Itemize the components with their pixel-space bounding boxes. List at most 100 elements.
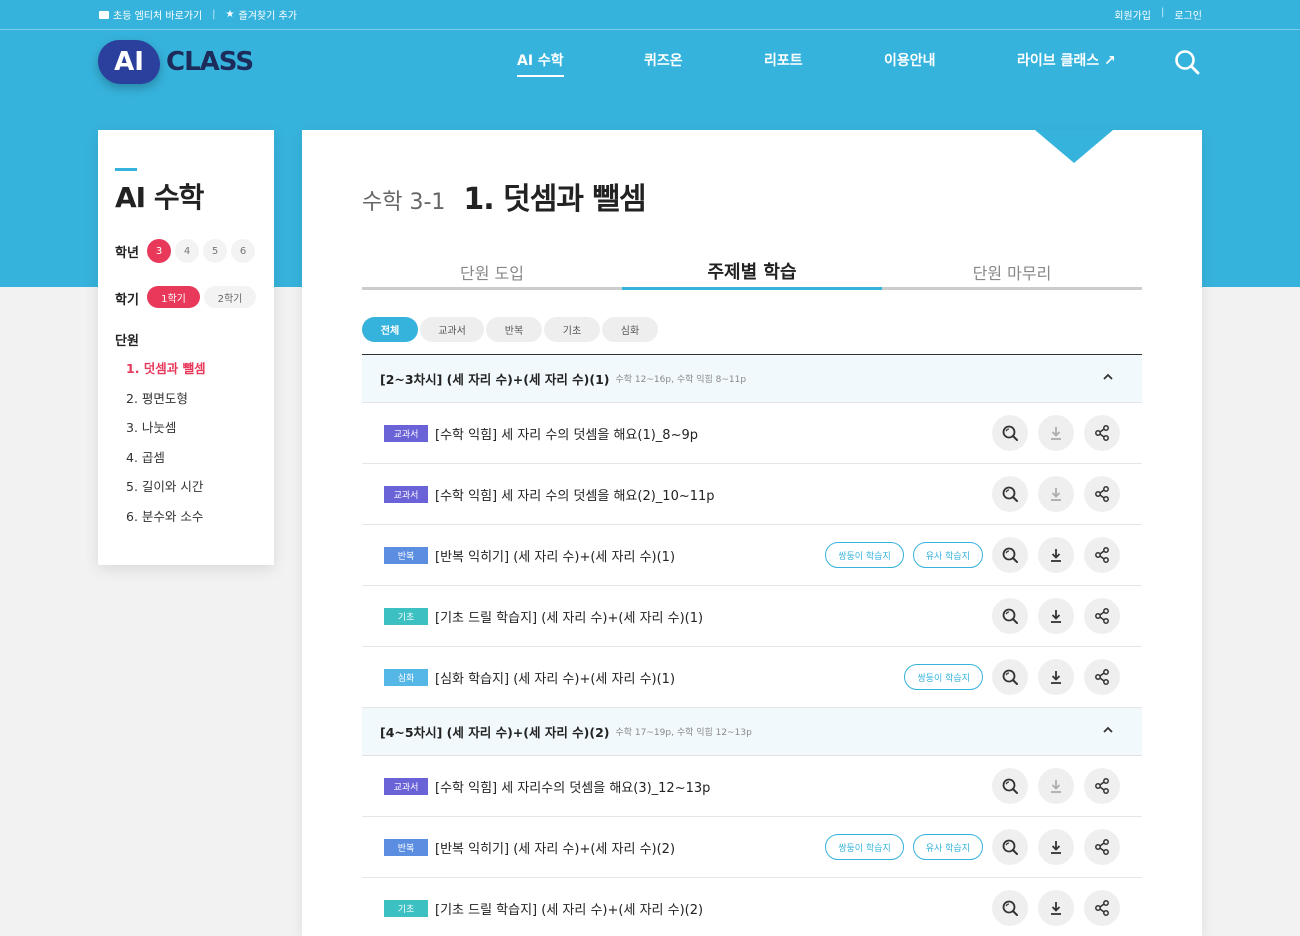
tab-topic-study[interactable]: 주제별 학습 bbox=[622, 250, 882, 290]
grade-6-button[interactable]: 6 bbox=[231, 239, 255, 263]
login-link[interactable]: 로그인 bbox=[1174, 7, 1202, 22]
teacher-link-label: 초등 엠티처 바로가기 bbox=[113, 11, 203, 22]
worksheet-title[interactable]: [반복 익히기] (세 자리 수)+(세 자리 수)(2) bbox=[435, 838, 675, 857]
filter-all[interactable]: 전체 bbox=[362, 317, 418, 342]
preview-icon[interactable] bbox=[992, 476, 1028, 512]
worksheet-title[interactable]: [수학 익힘] 세 자리 수의 덧셈을 해요(2)_10~11p bbox=[435, 485, 715, 504]
worksheet-pill-button[interactable]: 쌍둥이 학습지 bbox=[825, 834, 904, 860]
filter-textbook[interactable]: 교과서 bbox=[420, 317, 484, 342]
row-actions bbox=[992, 476, 1120, 512]
list-item: 반복 [반복 익히기] (세 자리 수)+(세 자리 수)(2) 쌍둥이 학습지 유사… bbox=[362, 817, 1142, 878]
unit-item[interactable]: 2. 평면도형 bbox=[126, 388, 188, 407]
worksheet-title[interactable]: [기초 드릴 학습지] (세 자리 수)+(세 자리 수)(2) bbox=[435, 899, 703, 918]
bookmark-link[interactable]: ★ 즐겨찾기 추가 bbox=[226, 7, 297, 22]
section-header[interactable]: [4~5차시] (세 자리 수)+(세 자리 수)(2) 수학 17~19p, 수… bbox=[362, 708, 1142, 756]
semester-label: 학기 bbox=[115, 293, 139, 308]
filter-basic[interactable]: 기초 bbox=[544, 317, 600, 342]
subject-label: 수학 3-1 bbox=[362, 190, 446, 215]
unit-item[interactable]: 5. 길이와 시간 bbox=[126, 476, 203, 495]
tab-intro[interactable]: 단원 도입 bbox=[362, 250, 622, 287]
category-badge: 반복 bbox=[384, 838, 428, 856]
share-icon[interactable] bbox=[1084, 415, 1120, 451]
download-icon[interactable] bbox=[1038, 598, 1074, 634]
filter-advanced[interactable]: 심화 bbox=[602, 317, 658, 342]
share-icon[interactable] bbox=[1084, 659, 1120, 695]
main-nav: AI 수학 퀴즈온 리포트 이용안내 라이브 클래스 ↗ bbox=[0, 50, 1300, 80]
main-panel: 수학 3-1 1. 덧셈과 뺄셈 단원 도입 주제별 학습 단원 마무리 전체 … bbox=[302, 130, 1202, 936]
nav-quizon[interactable]: 퀴즈온 bbox=[644, 50, 683, 70]
share-icon[interactable] bbox=[1084, 890, 1120, 926]
download-icon[interactable] bbox=[1038, 537, 1074, 573]
category-badge: 교과서 bbox=[384, 485, 428, 503]
worksheet-title[interactable]: [기초 드릴 학습지] (세 자리 수)+(세 자리 수)(1) bbox=[435, 607, 703, 626]
worksheet-pill-button[interactable]: 유사 학습지 bbox=[912, 542, 983, 568]
unit-item[interactable]: 3. 나눗셈 bbox=[126, 417, 176, 436]
nav-report[interactable]: 리포트 bbox=[764, 50, 803, 70]
share-icon[interactable] bbox=[1084, 768, 1120, 804]
row-actions: 쌍둥이 학습지 유사 학습지 bbox=[825, 829, 1120, 865]
grade-5-button[interactable]: 5 bbox=[203, 239, 227, 263]
worksheet-pill-button[interactable]: 쌍둥이 학습지 bbox=[825, 542, 904, 568]
download-icon[interactable] bbox=[1038, 659, 1074, 695]
semester-2-button[interactable]: 2학기 bbox=[204, 286, 256, 308]
list-item: 반복 [반복 익히기] (세 자리 수)+(세 자리 수)(1) 쌍둥이 학습지 유사… bbox=[362, 525, 1142, 586]
search-icon[interactable] bbox=[1174, 49, 1200, 75]
top-utility-bar: 초등 엠티처 바로가기 | ★ 즐겨찾기 추가 회원가입 | 로그인 bbox=[0, 0, 1300, 30]
worksheet-title[interactable]: [수학 익힘] 세 자리 수의 덧셈을 해요(1)_8~9p bbox=[435, 424, 698, 443]
row-actions bbox=[992, 768, 1120, 804]
list-item: 심화 [심화 학습지] (세 자리 수)+(세 자리 수)(1) 쌍둥이 학습지 bbox=[362, 647, 1142, 708]
worksheet-title[interactable]: [수학 익힘] 세 자리수의 덧셈을 해요(3)_12~13p bbox=[435, 777, 710, 796]
share-icon[interactable] bbox=[1084, 476, 1120, 512]
grade-3-button[interactable]: 3 bbox=[147, 239, 171, 263]
nav-guide[interactable]: 이용안내 bbox=[884, 50, 936, 70]
unit-label: 단원 bbox=[115, 334, 139, 349]
divider: | bbox=[1161, 7, 1165, 18]
share-icon[interactable] bbox=[1084, 598, 1120, 634]
preview-icon[interactable] bbox=[992, 659, 1028, 695]
section-pages: 수학 17~19p, 수학 익힘 12~13p bbox=[615, 728, 752, 738]
section-title: [4~5차시] (세 자리 수)+(세 자리 수)(2) bbox=[380, 725, 610, 740]
section-title: [2~3차시] (세 자리 수)+(세 자리 수)(1) bbox=[380, 372, 610, 387]
download-icon[interactable] bbox=[1038, 415, 1074, 451]
share-icon[interactable] bbox=[1084, 829, 1120, 865]
share-icon[interactable] bbox=[1084, 537, 1120, 573]
preview-icon[interactable] bbox=[992, 829, 1028, 865]
download-icon[interactable] bbox=[1038, 768, 1074, 804]
worksheet-title[interactable]: [심화 학습지] (세 자리 수)+(세 자리 수)(1) bbox=[435, 668, 675, 687]
semester-1-button[interactable]: 1학기 bbox=[147, 286, 200, 308]
bookmark-label: 즐겨찾기 추가 bbox=[238, 11, 297, 22]
chevron-up-icon[interactable] bbox=[1102, 371, 1114, 386]
download-icon[interactable] bbox=[1038, 829, 1074, 865]
worksheet-pill-button[interactable]: 쌍둥이 학습지 bbox=[904, 664, 983, 690]
worksheet-pill-button[interactable]: 유사 학습지 bbox=[912, 834, 983, 860]
star-icon: ★ bbox=[225, 9, 235, 20]
unit-item[interactable]: 6. 분수와 소수 bbox=[126, 506, 203, 525]
list-item: 교과서 [수학 익힘] 세 자리수의 덧셈을 해요(3)_12~13p bbox=[362, 756, 1142, 817]
tab-wrapup[interactable]: 단원 마무리 bbox=[882, 250, 1142, 287]
row-actions bbox=[992, 598, 1120, 634]
signup-link[interactable]: 회원가입 bbox=[1114, 7, 1151, 22]
nav-ai-math[interactable]: AI 수학 bbox=[517, 50, 564, 77]
grade-label: 학년 bbox=[115, 246, 139, 261]
preview-icon[interactable] bbox=[992, 415, 1028, 451]
preview-icon[interactable] bbox=[992, 598, 1028, 634]
unit-title: 1. 덧셈과 뺄셈 bbox=[463, 182, 646, 217]
preview-icon[interactable] bbox=[992, 768, 1028, 804]
grade-4-button[interactable]: 4 bbox=[175, 239, 199, 263]
chevron-up-icon[interactable] bbox=[1102, 724, 1114, 739]
filter-repeat[interactable]: 반복 bbox=[486, 317, 542, 342]
download-icon[interactable] bbox=[1038, 476, 1074, 512]
preview-icon[interactable] bbox=[992, 890, 1028, 926]
nav-live-class[interactable]: 라이브 클래스 ↗ bbox=[1017, 50, 1116, 70]
preview-icon[interactable] bbox=[992, 537, 1028, 573]
unit-item[interactable]: 4. 곱셈 bbox=[126, 447, 165, 466]
section-header[interactable]: [2~3차시] (세 자리 수)+(세 자리 수)(1) 수학 12~16p, 수… bbox=[362, 355, 1142, 403]
category-badge: 교과서 bbox=[384, 777, 428, 795]
row-actions bbox=[992, 890, 1120, 926]
category-badge: 반복 bbox=[384, 546, 428, 564]
list-item: 교과서 [수학 익힘] 세 자리 수의 덧셈을 해요(1)_8~9p bbox=[362, 403, 1142, 464]
download-icon[interactable] bbox=[1038, 890, 1074, 926]
teacher-link[interactable]: 초등 엠티처 바로가기 bbox=[99, 7, 202, 22]
unit-item[interactable]: 1. 덧셈과 뺄셈 bbox=[126, 358, 206, 377]
worksheet-title[interactable]: [반복 익히기] (세 자리 수)+(세 자리 수)(1) bbox=[435, 546, 675, 565]
